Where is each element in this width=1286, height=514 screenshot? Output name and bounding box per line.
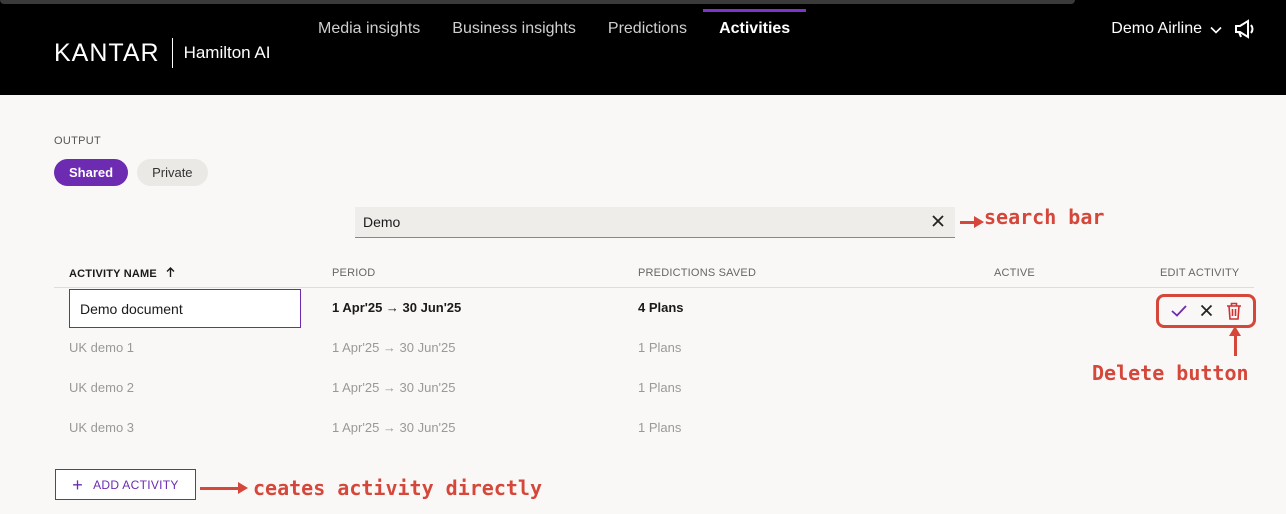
column-activity-name-label: ACTIVITY NAME bbox=[69, 268, 157, 280]
activity-name-cell: UK demo 3 bbox=[69, 420, 135, 435]
logo-divider bbox=[171, 38, 173, 68]
period-cell: 1 Apr'25 → 30 Jun'25 bbox=[332, 340, 456, 355]
search-input[interactable] bbox=[355, 214, 921, 230]
main-nav: Media insights Business insights Predict… bbox=[302, 9, 807, 40]
activity-name-cell: UK demo 2 bbox=[69, 380, 135, 395]
account-switcher[interactable]: Demo Airline bbox=[1111, 19, 1256, 39]
close-icon[interactable] bbox=[921, 211, 955, 234]
search-bar bbox=[355, 207, 955, 238]
activity-name-cell: UK demo 1 bbox=[69, 340, 135, 355]
column-predictions-saved: PREDICTIONS SAVED bbox=[638, 267, 757, 279]
period-cell: 1 Apr'25 → 30 Jun'25 bbox=[332, 300, 462, 315]
add-annotation: ceates activity directly bbox=[253, 476, 542, 500]
column-active: ACTIVE bbox=[994, 267, 1035, 279]
predictions-cell: 4 Plans bbox=[638, 300, 684, 315]
column-edit-activity: EDIT ACTIVITY bbox=[1160, 267, 1240, 279]
arrow-up-icon bbox=[166, 267, 175, 280]
column-period: PERIOD bbox=[332, 267, 376, 279]
add-activity-label: ADD ACTIVITY bbox=[93, 477, 179, 492]
shared-toggle[interactable]: Shared bbox=[54, 159, 129, 186]
table-header: ACTIVITY NAME PERIOD PREDICTIONS SAVED A… bbox=[54, 258, 1254, 288]
column-activity-name[interactable]: ACTIVITY NAME bbox=[69, 267, 175, 280]
add-annotation-arrow bbox=[200, 482, 248, 494]
activity-name-input[interactable] bbox=[69, 289, 301, 328]
add-activity-button[interactable]: + ADD ACTIVITY bbox=[55, 469, 196, 500]
table-row: 1 Apr'25 → 30 Jun'25 4 Plans bbox=[54, 288, 1256, 328]
close-icon[interactable] bbox=[1200, 303, 1213, 320]
nav-media-insights[interactable]: Media insights bbox=[302, 10, 436, 40]
edit-actions bbox=[1156, 294, 1256, 328]
table-row[interactable]: UK demo 3 1 Apr'25 → 30 Jun'25 1 Plans bbox=[54, 408, 1254, 448]
logo[interactable]: KANTAR Hamilton AI bbox=[54, 38, 271, 68]
period-cell: 1 Apr'25 → 30 Jun'25 bbox=[332, 420, 456, 435]
predictions-cell: 1 Plans bbox=[638, 420, 682, 435]
nav-business-insights[interactable]: Business insights bbox=[436, 10, 592, 40]
top-header: KANTAR Hamilton AI Media insights Busine… bbox=[0, 0, 1286, 95]
check-icon[interactable] bbox=[1170, 303, 1187, 320]
logo-product: Hamilton AI bbox=[183, 43, 271, 62]
delete-annotation: Delete button bbox=[1092, 361, 1249, 385]
search-annotation: search bar bbox=[984, 205, 1105, 229]
trash-icon[interactable] bbox=[1226, 302, 1242, 320]
plus-icon: + bbox=[72, 474, 84, 495]
table-row[interactable]: UK demo 1 1 Apr'25 → 30 Jun'25 1 Plans bbox=[54, 328, 1254, 368]
output-label: OUTPUT bbox=[54, 135, 102, 147]
chevron-down-icon bbox=[1210, 21, 1222, 37]
predictions-cell: 1 Plans bbox=[638, 380, 682, 395]
nav-predictions[interactable]: Predictions bbox=[592, 10, 703, 40]
logo-brand: KANTAR bbox=[54, 38, 160, 67]
private-toggle[interactable]: Private bbox=[137, 159, 208, 186]
megaphone-icon[interactable] bbox=[1234, 19, 1256, 39]
predictions-cell: 1 Plans bbox=[638, 340, 682, 355]
nav-activities[interactable]: Activities bbox=[703, 9, 807, 40]
delete-annotation-arrow bbox=[1229, 326, 1241, 356]
account-name: Demo Airline bbox=[1111, 20, 1202, 37]
search-annotation-arrow bbox=[960, 216, 984, 228]
period-cell: 1 Apr'25 → 30 Jun'25 bbox=[332, 380, 456, 395]
activities-table: ACTIVITY NAME PERIOD PREDICTIONS SAVED A… bbox=[54, 258, 1256, 448]
output-toggle: Shared Private bbox=[54, 159, 208, 186]
table-row[interactable]: UK demo 2 1 Apr'25 → 30 Jun'25 1 Plans bbox=[54, 368, 1254, 408]
window-edge bbox=[0, 0, 1075, 4]
